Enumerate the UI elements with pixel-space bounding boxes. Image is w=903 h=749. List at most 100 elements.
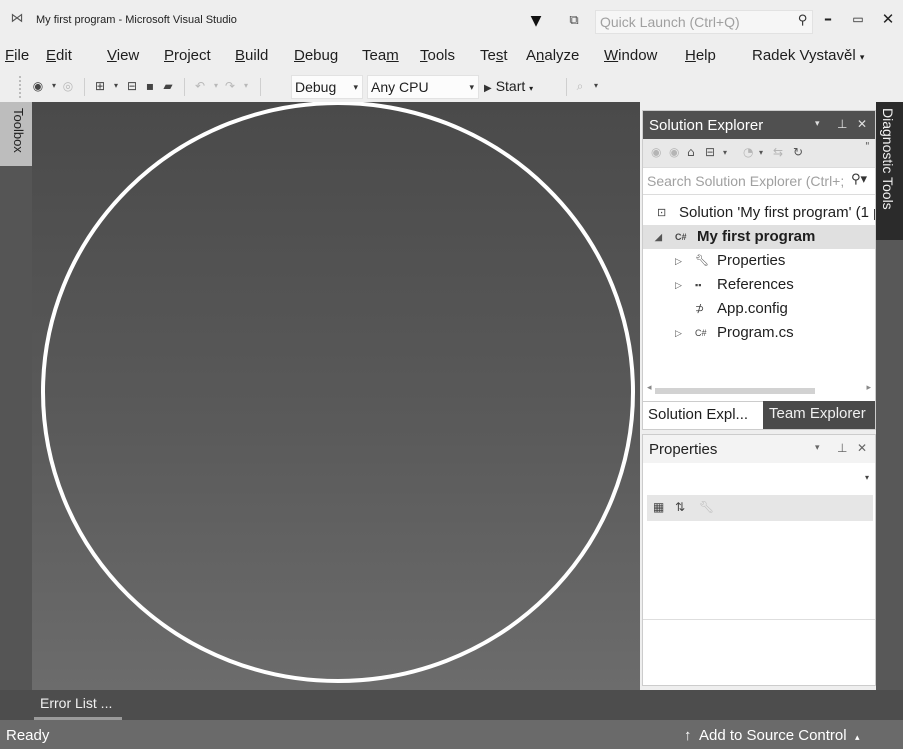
start-debugging-button[interactable]: ▶ Start ▾ xyxy=(484,75,533,99)
menu-file[interactable]: File xyxy=(5,47,29,64)
collapsed-arrow-icon[interactable]: ▷ xyxy=(675,321,682,345)
account-name[interactable]: Radek Vystavěl ▾ xyxy=(752,47,864,64)
menu-analyze[interactable]: Analyze xyxy=(526,47,579,64)
references-icon: ▪▪ xyxy=(695,280,702,290)
new-project-dropdown-icon[interactable]: ▾ xyxy=(108,78,124,94)
tab-team-explorer[interactable]: Team Explorer xyxy=(763,401,875,429)
alphabetical-sort-icon[interactable]: ⇅ xyxy=(675,500,685,514)
new-project-icon[interactable]: ⊞ xyxy=(92,78,108,94)
wrench-icon: 🔧︎ xyxy=(695,255,709,267)
chevron-up-icon: ▴ xyxy=(854,732,860,742)
navigate-forward-icon[interactable]: ◎ xyxy=(60,78,76,94)
maximize-button[interactable]: ▭ xyxy=(846,8,870,32)
menu-help[interactable]: Help xyxy=(685,47,716,64)
window-position-dropdown-icon[interactable]: ▾ xyxy=(815,119,820,129)
tree-item-app-config[interactable]: ⊅ App.config xyxy=(643,297,875,321)
visual-studio-logo-icon[interactable]: ⋈ xyxy=(8,10,26,28)
quick-launch-input[interactable] xyxy=(596,11,776,33)
menu-window[interactable]: Window xyxy=(604,47,657,64)
toolbar-options-icon[interactable]: ▾ xyxy=(588,78,604,94)
chevron-down-icon: ▾ xyxy=(864,473,869,482)
switch-views-icon[interactable]: ⊟ xyxy=(705,145,715,159)
search-icon[interactable]: ⚲▾ xyxy=(851,172,867,187)
solution-explorer-header[interactable]: Solution Explorer ▾ ⊥ ✕ xyxy=(643,111,875,139)
back-icon[interactable]: ◉ xyxy=(651,145,661,159)
csharp-project-icon: C# xyxy=(675,232,687,242)
properties-toolbar: ▦ ⇅ 🔧︎ xyxy=(647,495,873,521)
menu-test[interactable]: Test xyxy=(480,47,508,64)
search-icon: ⚲ xyxy=(798,13,808,28)
switch-views-dropdown-icon[interactable]: ▾ xyxy=(723,148,727,157)
collapsed-arrow-icon[interactable]: ▷ xyxy=(675,249,682,273)
redo-icon[interactable]: ↷ xyxy=(222,78,238,94)
title-bar: ⋈ My first program - Microsoft Visual St… xyxy=(0,0,903,40)
open-file-icon[interactable]: ⊟ xyxy=(124,78,140,94)
tree-item-project[interactable]: ◢ C# My first program xyxy=(643,225,875,249)
refresh-icon[interactable]: ↻ xyxy=(793,145,803,159)
expanded-arrow-icon[interactable]: ◢ xyxy=(655,225,662,249)
filter-dropdown-icon[interactable]: ▾ xyxy=(759,148,763,157)
properties-header[interactable]: Properties ▾ ⊥ ✕ xyxy=(643,435,875,463)
toolbox-tab-label[interactable]: Toolbox xyxy=(6,108,26,153)
properties-panel: Properties ▾ ⊥ ✕ ▾ ▦ ⇅ 🔧︎ xyxy=(642,434,876,686)
notifications-flag-icon[interactable]: ▼ xyxy=(525,10,547,32)
menu-project[interactable]: Project xyxy=(164,47,211,64)
solution-configuration-select[interactable]: Debug ▾ xyxy=(291,75,363,99)
tree-item-references[interactable]: ▷ ▪▪ References xyxy=(643,273,875,297)
solution-explorer-title: Solution Explorer xyxy=(649,117,764,134)
tab-solution-explorer[interactable]: Solution Expl... xyxy=(643,401,763,429)
forward-icon[interactable]: ◉ xyxy=(669,145,679,159)
window-position-dropdown-icon[interactable]: ▾ xyxy=(815,443,820,453)
error-list-tab-label[interactable]: Error List ... xyxy=(40,695,112,711)
toolbar-overflow-icon[interactable]: " xyxy=(865,141,870,152)
property-pages-icon[interactable]: 🔧︎ xyxy=(699,500,714,514)
collapsed-arrow-icon[interactable]: ▷ xyxy=(675,273,682,297)
menu-build[interactable]: Build xyxy=(235,47,268,64)
tree-item-solution[interactable]: ⊡ Solution 'My first program' (1 project… xyxy=(643,201,875,225)
menu-view[interactable]: View xyxy=(107,47,139,64)
window-title: My first program - Microsoft Visual Stud… xyxy=(36,14,237,26)
save-icon[interactable]: ▪ xyxy=(142,78,158,94)
horizontal-scrollbar[interactable]: ◂ ▸ xyxy=(647,383,871,395)
tree-item-properties[interactable]: ▷ 🔧︎ Properties xyxy=(643,249,875,273)
scroll-left-icon[interactable]: ◂ xyxy=(647,383,652,393)
quick-launch-box[interactable]: ⚲ xyxy=(595,10,813,34)
chevron-down-icon: ▾ xyxy=(529,84,534,93)
chevron-down-icon: ▾ xyxy=(353,82,358,92)
pin-icon[interactable]: ⊥ xyxy=(837,117,847,131)
diagnostic-tools-tab-label[interactable]: Diagnostic Tools xyxy=(880,108,896,210)
feedback-icon[interactable]: ⧉ xyxy=(563,10,585,32)
save-all-icon[interactable]: ▰ xyxy=(160,78,176,94)
navigate-back-icon[interactable]: ◉ xyxy=(30,78,46,94)
chevron-down-icon: ▾ xyxy=(469,82,474,92)
menu-debug[interactable]: Debug xyxy=(294,47,338,64)
minimize-button[interactable]: – xyxy=(816,8,840,32)
scroll-right-icon[interactable]: ▸ xyxy=(866,383,871,393)
solution-explorer-search[interactable]: ⚲▾ xyxy=(643,167,875,195)
sync-with-document-icon[interactable]: ⇆ xyxy=(773,145,783,159)
menu-edit[interactable]: Edit xyxy=(46,47,72,64)
toolbar-overflow-icon[interactable]: ⌕ xyxy=(572,78,588,94)
menu-team[interactable]: Team xyxy=(362,47,399,64)
arrow-up-icon: ↑ xyxy=(684,727,692,744)
categorized-icon[interactable]: ▦ xyxy=(653,500,664,514)
toolbar-grip[interactable] xyxy=(19,76,23,98)
bottom-dock-strip xyxy=(0,690,903,720)
solution-platform-select[interactable]: Any CPU ▾ xyxy=(367,75,479,99)
undo-icon[interactable]: ↶ xyxy=(192,78,208,94)
menu-tools[interactable]: Tools xyxy=(420,47,455,64)
object-selector[interactable]: ▾ xyxy=(643,465,875,493)
scrollbar-thumb[interactable] xyxy=(655,388,815,394)
close-icon[interactable]: ✕ xyxy=(857,441,867,455)
tree-item-program-cs[interactable]: ▷ C# Program.cs xyxy=(643,321,875,345)
add-to-source-control-button[interactable]: ↑ Add to Source Control ▴ xyxy=(684,727,859,744)
pin-icon[interactable]: ⊥ xyxy=(837,441,847,455)
standard-toolbar: ◉ ▾ ◎ ⊞ ▾ ⊟ ▪ ▰ ↶ ▾ ↷ ▾ Debug ▾ Any CPU ▾ … xyxy=(0,70,903,102)
solution-explorer-search-input[interactable] xyxy=(647,171,843,191)
redo-dropdown-icon[interactable]: ▾ xyxy=(238,78,254,94)
close-window-button[interactable]: ✕ xyxy=(876,8,900,32)
config-file-icon: ⊅ xyxy=(695,303,705,315)
home-icon[interactable]: ⌂ xyxy=(687,145,695,159)
pending-changes-filter-icon[interactable]: ◔ xyxy=(743,145,753,159)
close-icon[interactable]: ✕ xyxy=(857,117,867,131)
